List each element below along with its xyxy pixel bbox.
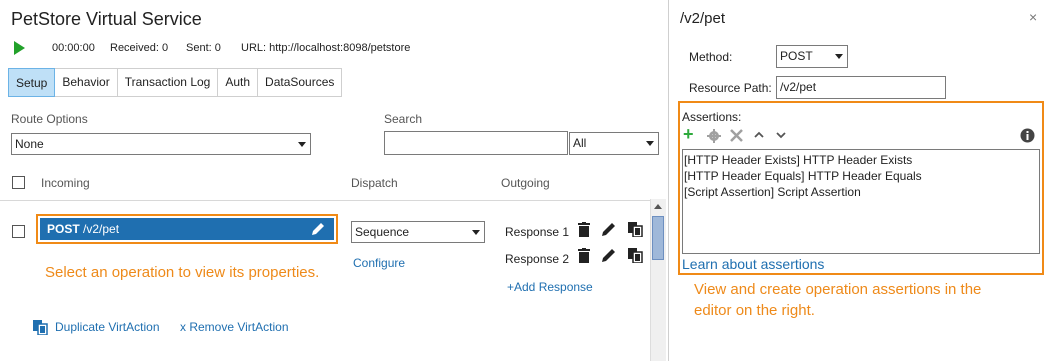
trash-icon[interactable] — [578, 248, 590, 264]
assertion-hint-note-line2: editor on the right. — [694, 302, 815, 319]
search-input[interactable] — [384, 131, 568, 155]
gear-icon[interactable] — [707, 129, 721, 143]
remove-virtaction-link[interactable]: x Remove VirtAction — [180, 320, 289, 334]
close-icon[interactable]: × — [1029, 9, 1037, 25]
assertions-label: Assertions: — [682, 110, 742, 124]
outgoing-column-header: Outgoing — [501, 176, 550, 190]
properties-title: /v2/pet — [680, 10, 726, 27]
chevron-down-icon — [646, 141, 654, 146]
chevron-down-icon — [835, 54, 843, 59]
method-select[interactable]: POST — [776, 45, 848, 68]
copy-icon[interactable] — [627, 247, 643, 263]
operation-hint-note: Select an operation to view its properti… — [45, 264, 320, 281]
received-count: Received: 0 — [110, 42, 169, 54]
operation-path: /v2/pet — [83, 222, 120, 236]
configure-link[interactable]: Configure — [353, 256, 405, 270]
tab-behavior[interactable]: Behavior — [55, 69, 118, 96]
scrollbar-thumb[interactable] — [652, 216, 664, 260]
edit-pencil-icon[interactable] — [601, 221, 617, 237]
info-icon[interactable] — [1020, 128, 1035, 143]
assertion-item[interactable]: [HTTP Header Exists] HTTP Header Exists — [684, 152, 1039, 168]
service-url: URL: http://localhost:8098/petstore — [241, 42, 411, 54]
search-filter-select[interactable]: All — [569, 132, 659, 155]
response-2-label[interactable]: Response 2 — [505, 252, 569, 266]
tab-bar: Setup Behavior Transaction Log Auth Data… — [8, 68, 343, 97]
move-down-icon[interactable] — [776, 131, 786, 139]
duplicate-virtaction-link[interactable]: Duplicate VirtAction — [55, 320, 160, 334]
chevron-down-icon — [472, 230, 480, 235]
edit-pencil-icon[interactable] — [310, 221, 326, 237]
operation-method: POST — [47, 222, 80, 236]
route-options-value: None — [15, 137, 44, 151]
resource-path-label: Resource Path: — [689, 81, 772, 95]
search-label: Search — [384, 112, 423, 126]
tab-auth[interactable]: Auth — [218, 69, 259, 96]
select-all-checkbox[interactable] — [12, 176, 25, 189]
trash-icon[interactable] — [578, 222, 590, 238]
edit-pencil-icon[interactable] — [601, 247, 617, 263]
virtual-service-panel: PetStore Virtual Service 00:00:00 Receiv… — [0, 0, 668, 361]
tab-transaction-log[interactable]: Transaction Log — [118, 69, 219, 96]
add-assertion-icon[interactable]: + — [683, 125, 694, 143]
resource-path-input[interactable]: /v2/pet — [776, 76, 946, 99]
assertion-item[interactable]: [Script Assertion] Script Assertion — [684, 184, 1039, 200]
tab-setup[interactable]: Setup — [8, 68, 56, 97]
dispatch-value: Sequence — [355, 225, 410, 239]
operation-item[interactable]: POST /v2/pet — [40, 218, 334, 240]
assertions-list[interactable]: [HTTP Header Exists] HTTP Header Exists … — [682, 149, 1040, 254]
move-up-icon[interactable] — [754, 131, 764, 139]
tab-datasources[interactable]: DataSources — [258, 69, 341, 96]
assertion-item[interactable]: [HTTP Header Equals] HTTP Header Equals — [684, 168, 1039, 184]
dispatch-column-header: Dispatch — [351, 176, 398, 190]
method-value: POST — [780, 49, 813, 63]
route-options-label: Route Options — [11, 112, 88, 126]
operation-highlight: POST /v2/pet — [36, 214, 338, 244]
response-1-label[interactable]: Response 1 — [505, 225, 569, 239]
play-icon[interactable] — [14, 41, 25, 55]
scroll-up-arrow-icon[interactable] — [650, 199, 666, 215]
run-time: 00:00:00 — [52, 42, 95, 54]
delete-x-icon[interactable] — [730, 129, 743, 142]
duplicate-icon[interactable] — [32, 319, 48, 335]
copy-icon[interactable] — [627, 221, 643, 237]
header-divider — [0, 200, 650, 201]
sent-count: Sent: 0 — [186, 42, 221, 54]
method-label: Method: — [689, 50, 733, 64]
incoming-column-header: Incoming — [41, 176, 90, 190]
assertion-hint-note-line1: View and create operation assertions in … — [694, 281, 982, 298]
service-title: PetStore Virtual Service — [11, 9, 202, 29]
properties-panel: /v2/pet × Method: POST Resource Path: /v… — [668, 0, 1046, 361]
add-response-link[interactable]: +Add Response — [507, 280, 593, 294]
chevron-down-icon — [298, 142, 306, 147]
row-checkbox[interactable] — [12, 225, 25, 238]
learn-assertions-link[interactable]: Learn about assertions — [682, 256, 824, 272]
search-filter-value: All — [573, 136, 587, 150]
dispatch-select[interactable]: Sequence — [351, 221, 485, 243]
route-options-select[interactable]: None — [11, 133, 311, 155]
